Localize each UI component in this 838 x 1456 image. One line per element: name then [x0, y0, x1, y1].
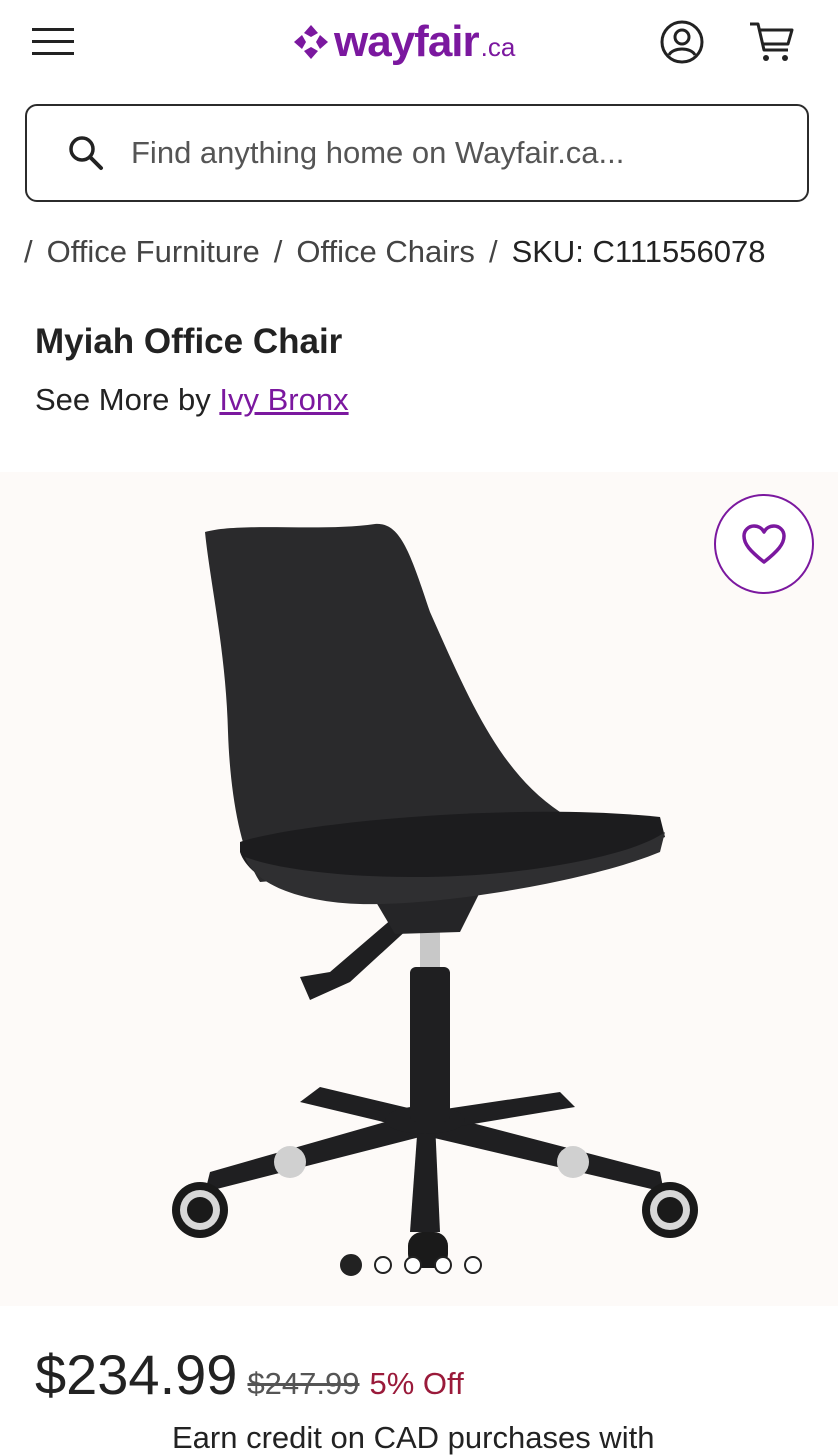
product-image[interactable] — [0, 472, 838, 1306]
wayfair-logo[interactable]: wayfair .ca — [292, 14, 515, 70]
account-icon — [660, 20, 704, 64]
brand-link[interactable]: Ivy Bronx — [219, 382, 348, 417]
financing-text: Earn credit on CAD purchases with — [172, 1420, 655, 1455]
sale-price: $234.99 — [35, 1343, 238, 1406]
chair-cylinder-chrome — [420, 932, 440, 970]
carousel-dot-5[interactable] — [464, 1256, 482, 1274]
logo-word: wayfair — [334, 17, 480, 66]
product-image-gallery[interactable] — [0, 472, 838, 1306]
search-icon — [69, 136, 103, 170]
breadcrumb-office-furniture[interactable]: Office Furniture — [47, 234, 260, 269]
breadcrumb: / Office Furniture / Office Chairs / SKU: C11… — [24, 226, 838, 278]
see-more-by: See More by Ivy Bronx — [35, 382, 349, 418]
chair-cylinder — [410, 967, 450, 1122]
search-input[interactable] — [129, 134, 773, 172]
breadcrumb-office-chairs[interactable]: Office Chairs — [296, 234, 475, 269]
logo-mark-icon — [294, 25, 328, 59]
favorite-button[interactable] — [714, 494, 814, 594]
carousel-dot-3[interactable] — [404, 1256, 422, 1274]
header: wayfair .ca — [0, 0, 838, 86]
cart-icon — [750, 22, 794, 61]
menu-button[interactable] — [28, 20, 78, 64]
cart-button[interactable] — [746, 16, 798, 66]
breadcrumb-sku: SKU: C111556078 — [511, 234, 766, 269]
search-bar[interactable] — [25, 104, 809, 202]
logo-tld: .ca — [480, 31, 516, 62]
breadcrumb-separator: / — [273, 234, 283, 269]
carousel-dot-2[interactable] — [374, 1256, 392, 1274]
original-price: $247.99 — [247, 1366, 360, 1401]
see-more-prefix: See More by — [35, 382, 220, 417]
carousel-dot-1[interactable] — [340, 1254, 362, 1276]
price-row: $234.99 $247.99 5% Off — [35, 1342, 464, 1407]
image-carousel-dots — [340, 1254, 482, 1278]
breadcrumb-separator: / — [488, 234, 498, 269]
discount-badge: 5% Off — [369, 1366, 464, 1401]
heart-icon — [742, 524, 786, 564]
carousel-dot-4[interactable] — [434, 1256, 452, 1274]
account-button[interactable] — [658, 18, 706, 66]
menu-icon — [32, 28, 74, 55]
breadcrumb-separator: / — [24, 234, 33, 269]
product-title: Myiah Office Chair — [35, 322, 343, 361]
